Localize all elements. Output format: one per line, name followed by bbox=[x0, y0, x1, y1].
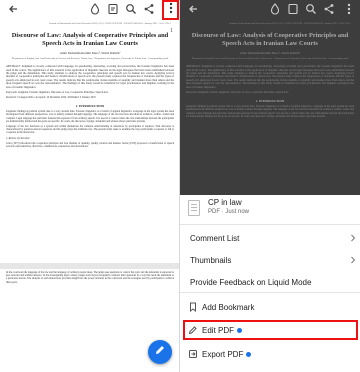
paper-title: Discourse of Law: Analysis of Cooperativ… bbox=[191, 32, 349, 47]
paper-keywords: Keywords: Judgment, Forensic linguistics… bbox=[6, 91, 109, 95]
top-toolbar bbox=[0, 0, 179, 20]
subsection-heading: 2. Review of Literature bbox=[6, 136, 30, 140]
menu-item-add-bookmark[interactable]: Add Bookmark bbox=[180, 297, 360, 317]
paper-authors: Amin Mohammadsalimi Khoo¹, Shirin Rahimi… bbox=[59, 51, 121, 56]
paper-abstract: ABSTRACT Judgment is closely connected w… bbox=[6, 65, 174, 89]
paper-affiliation: ¹Department of English, Iran Azad Univer… bbox=[191, 57, 349, 61]
more-menu-button[interactable] bbox=[162, 0, 179, 20]
search-icon[interactable] bbox=[124, 3, 138, 17]
file-header: CP in law PDF · Just now bbox=[188, 198, 358, 222]
edit-pdf-highlight bbox=[183, 320, 358, 340]
divider bbox=[180, 224, 360, 225]
pdf-page-2[interactable]: In the courtroom the language of the law… bbox=[6, 271, 174, 284]
search-icon bbox=[304, 3, 318, 17]
pdf-app-icon bbox=[286, 3, 300, 17]
paper-abstract: ABSTRACT Judgment is closely connected w… bbox=[186, 65, 354, 89]
divider bbox=[180, 292, 360, 293]
section-heading: 1. INTRODUCTION bbox=[75, 104, 105, 109]
paragraph: Grice (1975) introduced the cooperative … bbox=[6, 141, 174, 149]
screen: 1 Journal of Educational and Social Rese… bbox=[0, 0, 360, 372]
chevron-right-icon bbox=[350, 234, 356, 242]
edit-pencil-icon bbox=[154, 343, 166, 361]
dimmed-toolbar bbox=[180, 0, 360, 20]
export-pdf-icon bbox=[188, 349, 198, 359]
dimmed-viewer[interactable]: Journal of Educational and Social Resear… bbox=[180, 0, 360, 195]
menu-item-label: Add Bookmark bbox=[202, 302, 255, 312]
journal-header: Journal of Educational and Social Resear… bbox=[229, 22, 351, 25]
dimmed-pdf-page: Journal of Educational and Social Resear… bbox=[186, 22, 354, 118]
pdf-file-icon bbox=[188, 200, 200, 216]
menu-item-label: Thumbnails bbox=[190, 255, 232, 265]
section-heading: 1. INTRODUCTION bbox=[255, 99, 285, 104]
menu-item-comment-list[interactable]: Comment List bbox=[180, 228, 360, 248]
file-name: CP in law bbox=[208, 198, 242, 207]
menu-panel: Journal of Educational and Social Resear… bbox=[180, 0, 360, 372]
page-separator bbox=[0, 263, 179, 269]
paragraph: Language of the law functions as a syste… bbox=[6, 125, 174, 135]
edit-fab-button[interactable] bbox=[148, 340, 172, 364]
back-arrow-icon[interactable] bbox=[6, 3, 20, 17]
more-vert-icon bbox=[169, 1, 173, 19]
menu-item-label: Export PDF bbox=[202, 349, 252, 359]
pdf-viewer-panel: 1 Journal of Educational and Social Rese… bbox=[0, 0, 180, 372]
journal-header: Journal of Educational and Social Resear… bbox=[49, 22, 171, 25]
bookmark-icon bbox=[188, 302, 198, 313]
menu-item-liquid-mode-feedback[interactable]: Provide Feedback on Liquid Mode bbox=[180, 272, 360, 292]
back-arrow-icon bbox=[186, 3, 200, 17]
bookmark-drop-icon[interactable] bbox=[88, 3, 102, 17]
paragraph: Linguistic findings in judicial system d… bbox=[6, 110, 174, 123]
bookmark-drop-icon bbox=[268, 3, 282, 17]
paragraph: Linguistic findings in judicial system d… bbox=[186, 105, 354, 118]
paper-keywords: Keywords: Judgment, Forensic linguistics… bbox=[186, 91, 289, 95]
file-meta: PDF · Just now bbox=[208, 209, 250, 215]
paper-title: Discourse of Law: Analysis of Cooperativ… bbox=[11, 32, 169, 47]
premium-badge-icon bbox=[246, 351, 252, 357]
share-icon bbox=[322, 3, 336, 17]
paper-authors: Amin Mohammadsalimi Khoo¹, Shirin Rahimi… bbox=[239, 51, 301, 56]
menu-item-thumbnails[interactable]: Thumbnails bbox=[180, 250, 360, 270]
pdf-app-icon[interactable] bbox=[106, 3, 120, 17]
paper-dates: Received: 13 August 2024 / Accepted: 10 … bbox=[6, 96, 96, 100]
menu-item-label: Comment List bbox=[190, 233, 240, 243]
menu-item-export-pdf[interactable]: Export PDF bbox=[180, 344, 360, 364]
chevron-right-icon bbox=[350, 256, 356, 264]
export-pdf-text: Export PDF bbox=[202, 349, 244, 359]
pdf-page[interactable]: Journal of Educational and Social Resear… bbox=[6, 22, 174, 148]
menu-item-label: Provide Feedback on Liquid Mode bbox=[190, 277, 312, 287]
paper-affiliation: ¹Department of English, Iran Azad Univer… bbox=[11, 57, 169, 61]
more-vert-icon bbox=[342, 3, 356, 17]
share-icon[interactable] bbox=[142, 3, 156, 17]
